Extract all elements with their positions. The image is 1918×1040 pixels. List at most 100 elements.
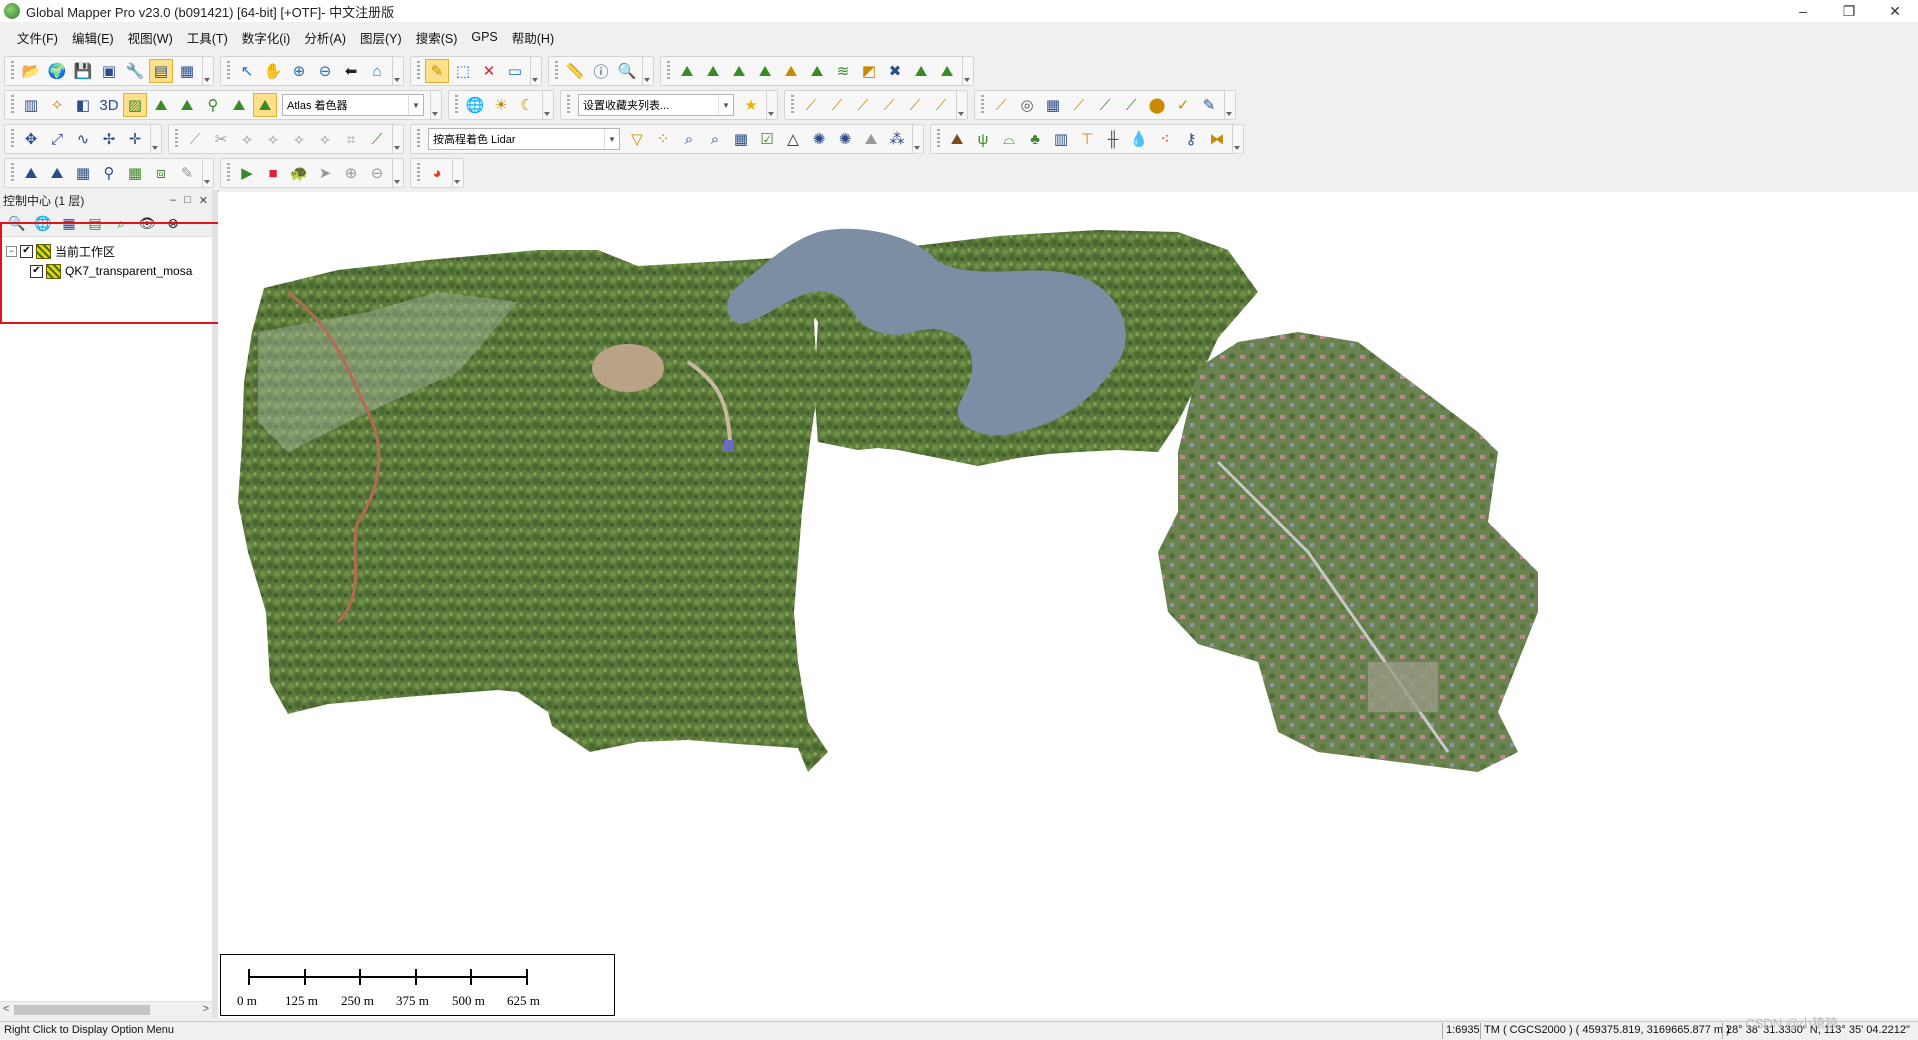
light-icon[interactable]: ✧: [45, 93, 69, 117]
terrain-4-icon[interactable]: ⛰: [753, 59, 777, 83]
combine-icon[interactable]: ⧈: [149, 161, 173, 185]
adv-5-icon[interactable]: ⟋: [1093, 93, 1117, 117]
terrain-1-icon[interactable]: ⛰: [675, 59, 699, 83]
menu-tools[interactable]: 工具(T): [180, 28, 235, 47]
pie-chart-icon[interactable]: ◕: [425, 161, 449, 185]
menu-file[interactable]: 文件(F): [10, 28, 65, 47]
measure-line-icon[interactable]: ⟋: [365, 127, 389, 151]
stop-icon[interactable]: ■: [261, 161, 285, 185]
shader-select[interactable]: Atlas 着色器 ▼: [282, 94, 424, 116]
path-profile-icon[interactable]: ⛰: [19, 161, 43, 185]
close-button[interactable]: ✕: [1872, 0, 1918, 22]
noise-icon[interactable]: ⁖: [1153, 127, 1177, 151]
menu-help[interactable]: 帮助(H): [505, 28, 561, 47]
draw-line-6-icon[interactable]: ⟋: [929, 93, 953, 117]
terrain-8-icon[interactable]: ◩: [857, 59, 881, 83]
scale-icon[interactable]: ⤢: [45, 127, 69, 151]
reshape-icon[interactable]: ∿: [71, 127, 95, 151]
back-arrow-icon[interactable]: ⬅: [339, 59, 363, 83]
crop-icon[interactable]: ⌗: [339, 127, 363, 151]
menu-edit[interactable]: 编辑(E): [65, 28, 121, 47]
grid-points-icon[interactable]: ▦: [729, 127, 753, 151]
contour-icon[interactable]: ⛰: [175, 93, 199, 117]
star-icon[interactable]: ★: [739, 93, 763, 117]
forward-icon[interactable]: ➤: [313, 161, 337, 185]
triangle-icon[interactable]: △: [781, 127, 805, 151]
vertex-1-icon[interactable]: ⟋: [183, 127, 207, 151]
menu-digitize[interactable]: 数字化(i): [235, 28, 298, 47]
classify-icon[interactable]: ⧓: [1205, 127, 1229, 151]
delete-x-icon[interactable]: ✕: [477, 59, 501, 83]
filter-icon[interactable]: ▽: [625, 127, 649, 151]
adv-6-icon[interactable]: ⟋: [1119, 93, 1143, 117]
draw-line-2-icon[interactable]: ⟋: [825, 93, 849, 117]
check-points-icon[interactable]: ☑: [755, 127, 779, 151]
view-shed-icon[interactable]: ⛰: [45, 161, 69, 185]
overview-window-icon[interactable]: ▦: [175, 59, 199, 83]
minimize-button[interactable]: –: [1780, 0, 1826, 22]
adv-9-icon[interactable]: ✎: [1197, 93, 1221, 117]
bookmark-select[interactable]: 设置收藏夹列表... ▼: [578, 94, 734, 116]
select-rect-icon[interactable]: ⬚: [451, 59, 475, 83]
tree-icon[interactable]: ♣: [1023, 127, 1047, 151]
ruler-icon[interactable]: 📏: [563, 59, 587, 83]
terrain-3-icon[interactable]: ⛰: [727, 59, 751, 83]
terrain-10-icon[interactable]: ⛰: [909, 59, 933, 83]
sun-icon[interactable]: ☀: [489, 93, 513, 117]
adv-4-icon[interactable]: ⟋: [1067, 93, 1091, 117]
vertex-2-icon[interactable]: ✂: [209, 127, 233, 151]
lidar-search-1-icon[interactable]: ⌕: [677, 127, 701, 151]
key-icon[interactable]: ⚷: [1179, 127, 1203, 151]
draw-line-5-icon[interactable]: ⟋: [903, 93, 927, 117]
move-icon[interactable]: ✥: [19, 127, 43, 151]
pointer-icon[interactable]: ↖: [235, 59, 259, 83]
turtle-icon[interactable]: 🐢: [287, 161, 311, 185]
print-icon[interactable]: ▣: [97, 59, 121, 83]
toolbar-grip[interactable]: [11, 61, 14, 81]
terrain-2-icon[interactable]: ⛰: [701, 59, 725, 83]
remove-point-icon[interactable]: ⊖: [365, 161, 389, 185]
elevation-icon[interactable]: ⛰: [227, 93, 251, 117]
watershed-icon[interactable]: ⚲: [97, 161, 121, 185]
cluster-icon[interactable]: ⁂: [885, 127, 909, 151]
terrain-5-icon[interactable]: ⛰: [779, 59, 803, 83]
terrain-7-icon[interactable]: ≋: [831, 59, 855, 83]
find-icon[interactable]: 🔍: [615, 59, 639, 83]
scroll-right-icon[interactable]: >: [203, 1003, 209, 1015]
vertex-3-icon[interactable]: ⟡: [235, 127, 259, 151]
grass-icon[interactable]: ψ: [971, 127, 995, 151]
info-icon[interactable]: ⓘ: [589, 59, 613, 83]
snap-icon[interactable]: ✛: [123, 127, 147, 151]
vertex-6-icon[interactable]: ⟡: [313, 127, 337, 151]
terrain-9-icon[interactable]: ✖: [883, 59, 907, 83]
box-3d-icon[interactable]: 3D: [97, 93, 121, 117]
home-icon[interactable]: ⌂: [365, 59, 389, 83]
scroll-thumb[interactable]: [14, 1005, 150, 1015]
raster-calc-icon[interactable]: ▦: [123, 161, 147, 185]
draw-line-4-icon[interactable]: ⟋: [877, 93, 901, 117]
draw-line-3-icon[interactable]: ⟋: [851, 93, 875, 117]
powerline-icon[interactable]: ╫: [1101, 127, 1125, 151]
shading-icon[interactable]: ▨: [123, 93, 147, 117]
chevron-down-icon[interactable]: ▼: [604, 129, 619, 149]
adv-1-icon[interactable]: ⟋: [989, 93, 1013, 117]
cloud-2-icon[interactable]: ✺: [833, 127, 857, 151]
vertex-5-icon[interactable]: ⟡: [287, 127, 311, 151]
save-icon[interactable]: 💾: [71, 59, 95, 83]
chevron-down-icon[interactable]: ▼: [408, 95, 423, 115]
view-3d-icon[interactable]: ◧: [71, 93, 95, 117]
open-folder-icon[interactable]: 📂: [19, 59, 43, 83]
digitizer-pencil-icon[interactable]: ✎: [425, 59, 449, 83]
menu-analysis[interactable]: 分析(A): [297, 28, 353, 47]
terrain-11-icon[interactable]: ⛰: [935, 59, 959, 83]
map-view[interactable]: [218, 192, 1918, 1018]
lidar-color-select[interactable]: 按高程着色 Lidar ▼: [428, 128, 620, 150]
move-vertex-icon[interactable]: ✢: [97, 127, 121, 151]
pan-hand-icon[interactable]: ✋: [261, 59, 285, 83]
menu-view[interactable]: 视图(W): [121, 28, 180, 47]
maximize-button[interactable]: ❐: [1826, 0, 1872, 22]
float-panel-icon[interactable]: □: [184, 194, 191, 206]
menu-search[interactable]: 搜索(S): [409, 28, 465, 47]
terrain-6-icon[interactable]: ⛰: [805, 59, 829, 83]
globe-icon[interactable]: 🌍: [45, 59, 69, 83]
